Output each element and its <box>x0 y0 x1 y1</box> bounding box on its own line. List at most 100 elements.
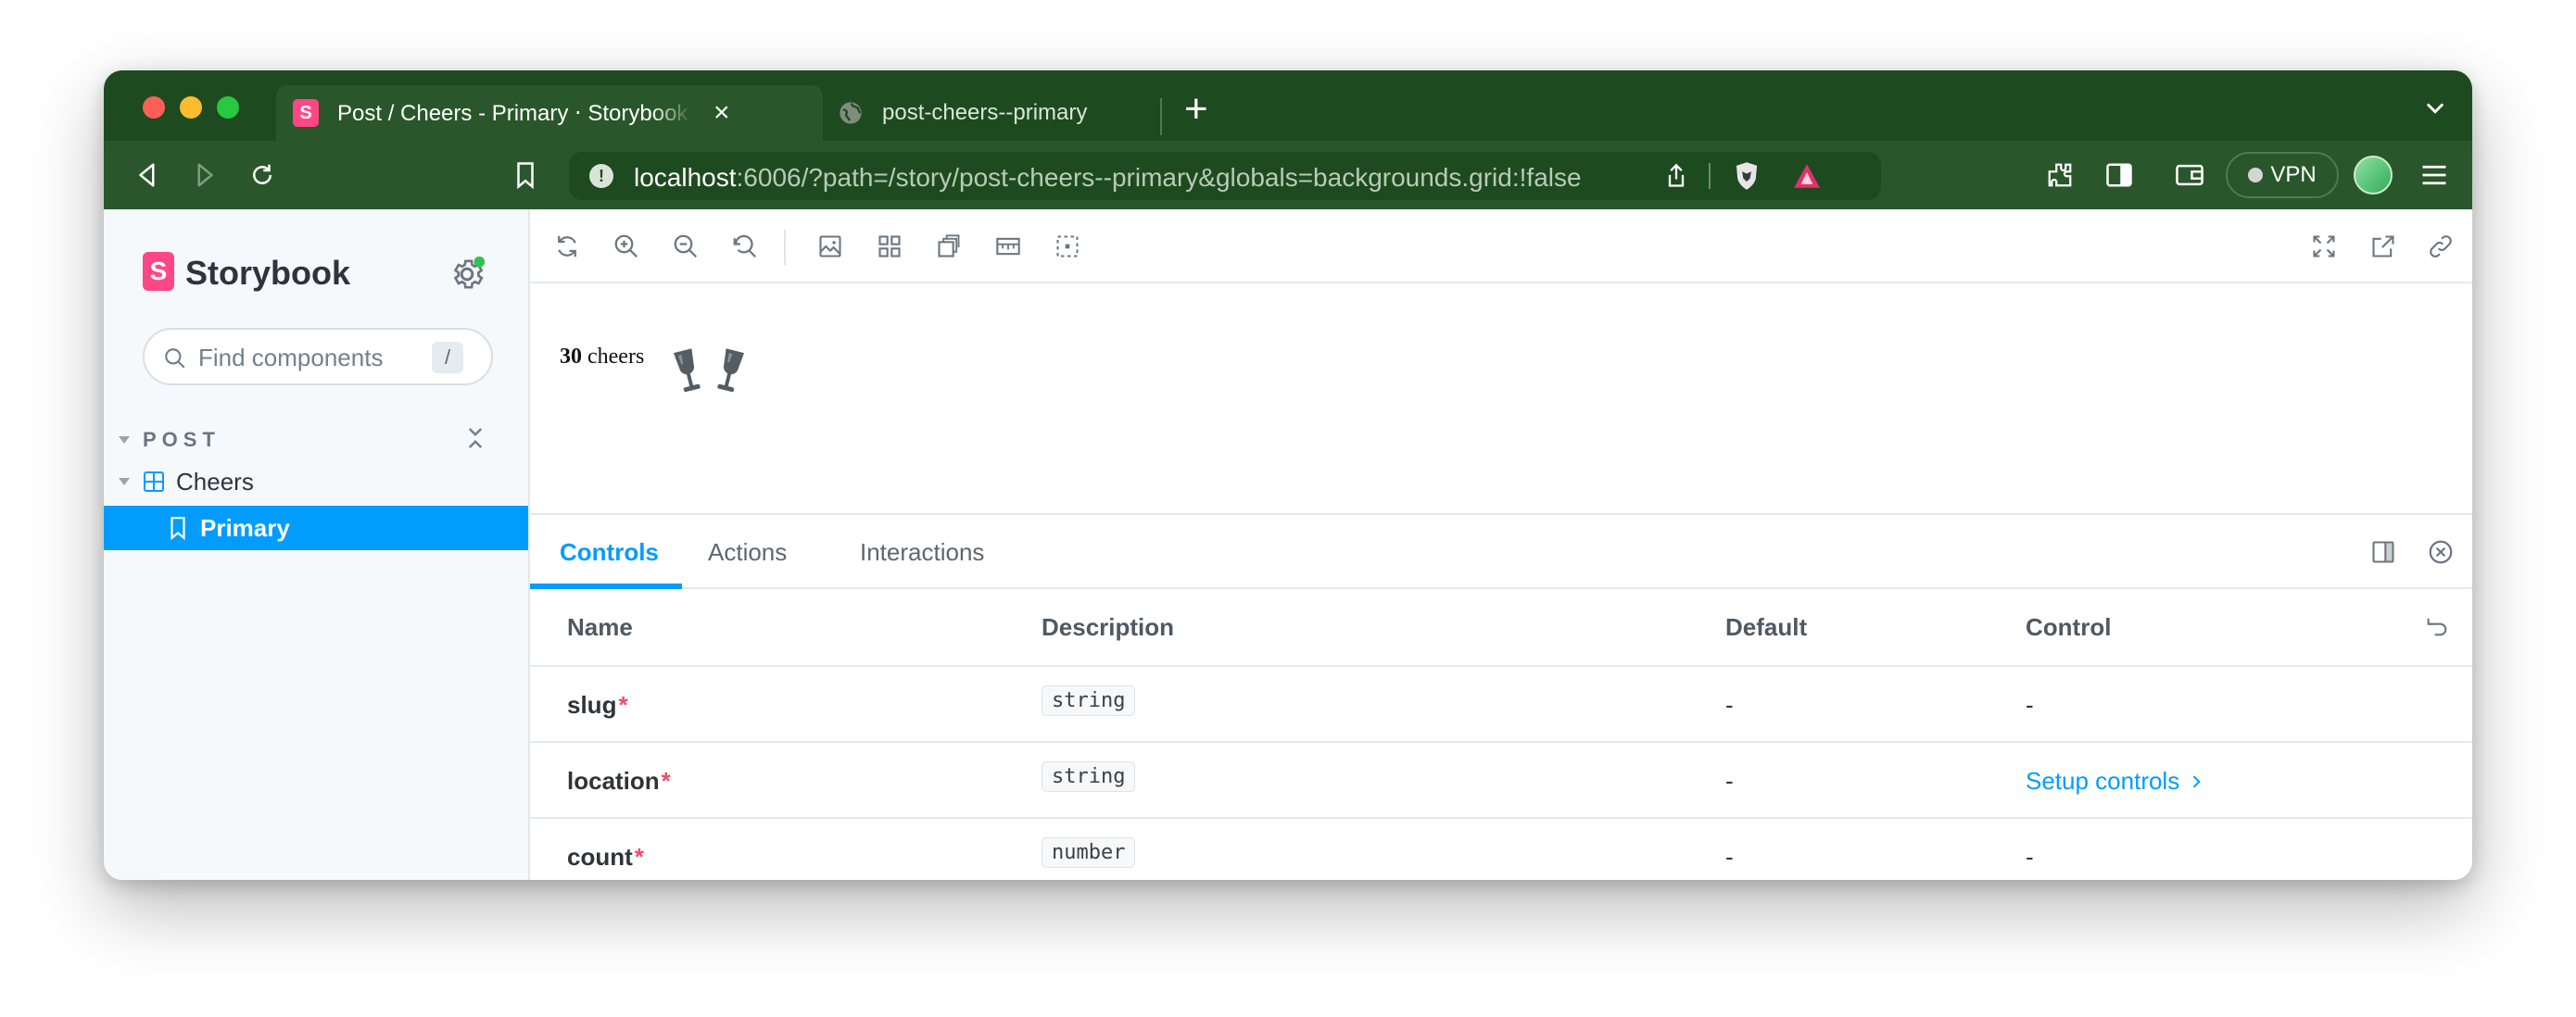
prop-type: string <box>1042 685 1136 716</box>
table-row: count* number - - <box>530 819 2472 880</box>
url-separator <box>1709 163 1711 189</box>
tab-storybook[interactable]: S Post / Cheers - Primary ⋅ Storybook × <box>276 85 823 141</box>
tab-actions[interactable]: Actions <box>708 515 787 589</box>
sidebar-item-primary[interactable]: Primary <box>104 506 528 550</box>
back-icon[interactable] <box>130 157 165 193</box>
table-row: slug* string - - <box>530 667 2472 743</box>
wallet-icon[interactable] <box>2172 157 2207 193</box>
prop-default: - <box>1725 691 1734 719</box>
grid-icon[interactable] <box>873 230 906 263</box>
search-input[interactable] <box>198 343 430 372</box>
brave-rewards-icon[interactable] <box>1792 163 1822 194</box>
sidebar: S Storybook / POST <box>104 209 530 880</box>
url-text[interactable]: localhost:6006/?path=/story/post-cheers-… <box>634 163 1653 193</box>
table-row: location* string - Setup controls <box>530 743 2472 819</box>
vpn-status-icon <box>2248 168 2264 182</box>
sidebar-toggle-icon[interactable] <box>2102 157 2137 193</box>
column-header-description: Description <box>1042 613 1175 641</box>
zoom-in-icon[interactable] <box>610 230 643 263</box>
preview-toolbar <box>530 209 2472 283</box>
addons-panel: Controls Actions Interactions Name Descr… <box>530 513 2472 880</box>
navigation-bar: ! localhost:6006/?path=/story/post-cheer… <box>104 141 2472 209</box>
search-box[interactable]: / <box>143 328 493 385</box>
sidebar-item-cheers[interactable]: Cheers <box>104 459 528 504</box>
reset-zoom-icon[interactable] <box>728 230 762 263</box>
storybook-logo-icon: S <box>143 252 174 291</box>
setup-controls-link[interactable]: Setup controls <box>2026 767 2205 796</box>
prop-type: string <box>1042 761 1136 792</box>
prop-control: - <box>2026 691 2034 719</box>
close-panel-icon[interactable] <box>2424 535 2457 569</box>
sidebar-group-post[interactable]: POST <box>119 428 221 452</box>
tab-list-chevron-icon[interactable] <box>2422 94 2448 120</box>
storybook-favicon-icon: S <box>293 99 319 127</box>
caret-down-icon <box>119 478 130 485</box>
tab-bar: S Post / Cheers - Primary ⋅ Storybook × … <box>104 70 2472 141</box>
open-new-tab-icon[interactable] <box>2367 230 2400 263</box>
sidebar-item-label: Cheers <box>176 467 254 496</box>
column-header-default: Default <box>1725 613 1808 641</box>
prop-control: - <box>2026 843 2034 871</box>
panel-orientation-icon[interactable] <box>2367 535 2400 569</box>
table-header: Name Description Default Control <box>530 589 2472 667</box>
bookmark-icon[interactable] <box>508 157 543 193</box>
prop-name: slug* <box>567 691 628 719</box>
new-tab-icon[interactable]: + <box>1184 89 1208 130</box>
addons-tab-bar: Controls Actions Interactions <box>530 515 2472 589</box>
prop-default: - <box>1725 767 1734 795</box>
extensions-icon[interactable] <box>2042 157 2077 193</box>
brave-shields-icon[interactable] <box>1733 161 1761 195</box>
tab-separator <box>1160 98 1162 135</box>
address-bar[interactable]: ! localhost:6006/?path=/story/post-cheer… <box>569 152 1881 200</box>
prop-name: location* <box>567 767 671 795</box>
prop-default: - <box>1725 843 1734 871</box>
collapse-all-icon[interactable] <box>463 424 487 457</box>
clinking-glasses-icon[interactable] <box>667 345 752 405</box>
globe-icon <box>840 102 862 124</box>
maximize-window-button[interactable] <box>217 96 239 119</box>
close-tab-icon[interactable]: × <box>713 99 730 127</box>
caret-down-icon <box>119 436 130 444</box>
component-icon <box>144 471 164 492</box>
toolbar-separator <box>784 230 786 265</box>
close-window-button[interactable] <box>143 96 165 119</box>
share-icon[interactable] <box>1664 163 1688 194</box>
site-info-icon[interactable]: ! <box>589 164 613 188</box>
settings-gear-icon[interactable] <box>448 256 486 293</box>
story-bookmark-icon <box>170 517 185 540</box>
search-icon <box>165 348 185 369</box>
remount-icon[interactable] <box>550 230 584 263</box>
search-shortcut-badge: / <box>432 342 463 373</box>
background-image-icon[interactable] <box>814 230 847 263</box>
prop-name: count* <box>567 843 644 871</box>
column-header-control: Control <box>2026 613 2112 641</box>
tab-controls[interactable]: Controls <box>560 515 659 589</box>
prop-type: number <box>1042 837 1136 868</box>
chevron-right-icon <box>2193 774 2201 788</box>
story-canvas: 30 cheers <box>530 285 2472 513</box>
vpn-label: VPN <box>2270 162 2317 187</box>
browser-window: S Post / Cheers - Primary ⋅ Storybook × … <box>104 70 2472 880</box>
measure-ruler-icon[interactable] <box>991 230 1025 263</box>
reset-controls-icon[interactable] <box>2424 613 2450 644</box>
forward-icon[interactable] <box>187 157 222 193</box>
copy-link-icon[interactable] <box>2424 230 2457 263</box>
tab-title: post-cheers--primary <box>882 100 1088 125</box>
cheers-count: 30 cheers <box>560 345 645 369</box>
vpn-button[interactable]: VPN <box>2226 152 2339 198</box>
fullscreen-icon[interactable] <box>2307 230 2341 263</box>
outline-icon[interactable] <box>1051 230 1084 263</box>
minimize-window-button[interactable] <box>180 96 202 119</box>
profile-avatar[interactable] <box>2354 156 2393 195</box>
zoom-out-icon[interactable] <box>669 230 702 263</box>
storybook-brand[interactable]: Storybook <box>185 254 350 293</box>
column-header-name: Name <box>567 613 633 641</box>
viewport-icon[interactable] <box>932 230 966 263</box>
menu-icon[interactable] <box>2417 157 2452 193</box>
storybook-app: S Storybook / POST <box>104 209 2472 880</box>
tab-title: Post / Cheers - Primary ⋅ Storybook <box>337 100 688 126</box>
sidebar-group-label: POST <box>143 428 221 451</box>
main-area: 30 cheers Controls Actions Interactions … <box>530 209 2472 880</box>
reload-icon[interactable] <box>245 157 280 193</box>
tab-interactions[interactable]: Interactions <box>860 515 984 589</box>
